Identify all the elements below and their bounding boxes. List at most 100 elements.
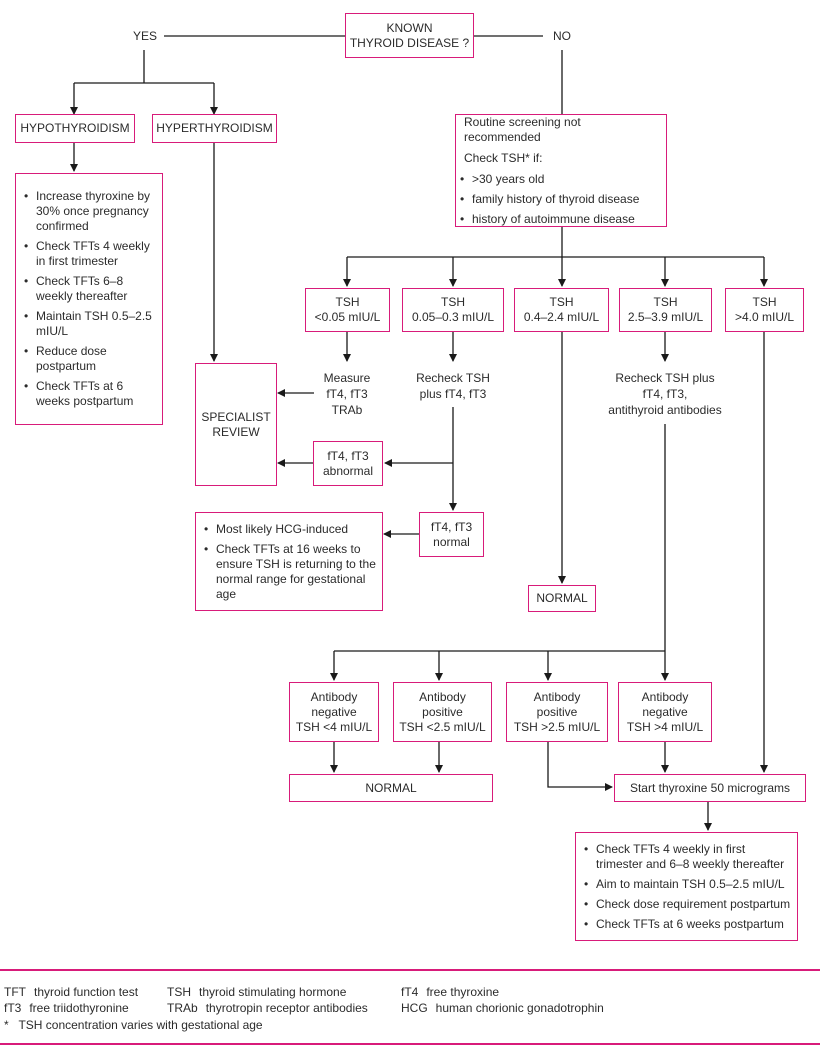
tsh-level-box: TSH 2.5–3.9 mIU/L bbox=[619, 288, 712, 332]
tsh-level-box: TSH >4.0 mIU/L bbox=[725, 288, 804, 332]
start-thyroxine-box: Start thyroxine 50 micrograms bbox=[614, 774, 806, 802]
legend-bottom-rule bbox=[0, 1043, 820, 1045]
normal-bottom-label: NORMAL bbox=[365, 780, 417, 795]
screening-criterion: history of autoimmune disease bbox=[454, 212, 658, 227]
antibody-line: positive bbox=[422, 704, 463, 719]
ft-normal-box: fT4, fT3 normal bbox=[419, 512, 484, 557]
tsh-level-box: TSH <0.05 mIU/L bbox=[305, 288, 390, 332]
normal-bottom-box: NORMAL bbox=[289, 774, 493, 802]
legend-item: HCG human chorionic gonadotrophin bbox=[401, 1000, 604, 1016]
tsh-range: >4.0 mIU/L bbox=[734, 310, 795, 324]
antibody-line: negative bbox=[642, 704, 688, 719]
normal-box: NORMAL bbox=[528, 585, 596, 612]
screening-title: Routine screening not recommended bbox=[464, 114, 581, 144]
abnormal-line: fT4, fT3 bbox=[327, 448, 369, 463]
legend-text: thyroid stimulating hormone bbox=[199, 985, 347, 999]
measure-label: Measure fT4, fT3 TRAb bbox=[314, 370, 380, 418]
known-thyroid-disease-box: KNOWN THYROID DISEASE ? bbox=[345, 13, 474, 58]
start-thyroxine-label: Start thyroxine 50 micrograms bbox=[629, 780, 791, 795]
tsh-range: 0.05–0.3 mIU/L bbox=[411, 310, 495, 324]
tsh-label: TSH bbox=[549, 295, 574, 309]
screening-criterion: >30 years old bbox=[454, 172, 658, 187]
tsh-range: <0.05 mIU/L bbox=[314, 310, 381, 324]
legend-text: free thyroxine bbox=[426, 985, 500, 999]
legend-abbr: TSH bbox=[167, 985, 191, 999]
screening-criterion: family history of thyroid disease bbox=[454, 192, 658, 207]
recheck-line: Recheck TSH bbox=[416, 371, 490, 385]
followup-item: Aim to maintain TSH 0.5–2.5 mIU/L bbox=[578, 877, 791, 892]
antibody-line: positive bbox=[536, 704, 578, 719]
normal-ft-line: fT4, fT3 bbox=[430, 519, 473, 534]
legend-item: fT3 free triidothyronine bbox=[4, 1000, 129, 1016]
tsh-label: TSH bbox=[653, 295, 678, 309]
specialist-line1: SPECIALIST bbox=[201, 409, 271, 424]
recheck-tsh-label: Recheck TSH plus fT4, fT3 bbox=[408, 370, 498, 402]
antibody-line: Antibody bbox=[641, 689, 689, 704]
hypo-action: Increase thyroxine by 30% once pregnancy… bbox=[18, 189, 156, 234]
measure-line: Measure bbox=[323, 371, 371, 385]
tsh-range: 2.5–3.9 mIU/L bbox=[627, 310, 704, 324]
legend-abbr: TRAb bbox=[167, 1001, 198, 1015]
hypo-action: Check TFTs at 6 weeks postpartum bbox=[18, 379, 156, 409]
legend-text: thyroid function test bbox=[34, 985, 139, 999]
antibody-box: Antibody positive TSH >2.5 mIU/L bbox=[506, 682, 608, 742]
antibody-line: Antibody bbox=[310, 689, 358, 704]
legend-abbr: fT4 bbox=[401, 985, 419, 999]
tsh-label: TSH bbox=[335, 295, 360, 309]
hcg-notes-box: Most likely HCG-induced Check TFTs at 16… bbox=[195, 512, 383, 611]
recheck-line: fT4, fT3, bbox=[642, 387, 688, 401]
measure-line: TRAb bbox=[331, 403, 363, 417]
hypo-action: Check TFTs 4 weekly in first trimester bbox=[18, 239, 156, 269]
legend-item: fT4 free thyroxine bbox=[401, 984, 499, 1000]
antibody-line: TSH >4 mIU/L bbox=[626, 719, 704, 734]
abnormal-line: abnormal bbox=[322, 463, 374, 478]
followup-item: Check TFTs at 6 weeks postpartum bbox=[578, 917, 791, 932]
legend-footnote: * TSH concentration varies with gestatio… bbox=[4, 1018, 263, 1032]
legend-text: free triidothyronine bbox=[29, 1001, 129, 1015]
antibody-box: Antibody negative TSH <4 mIU/L bbox=[289, 682, 379, 742]
hcg-note: Check TFTs at 16 weeks to ensure TSH is … bbox=[198, 542, 376, 602]
legend-text: human chorionic gonadotrophin bbox=[435, 1001, 604, 1015]
hypo-action: Reduce dose postpartum bbox=[18, 344, 156, 374]
legend-text: thyrotropin receptor antibodies bbox=[205, 1001, 368, 1015]
followup-item: Check TFTs 4 weekly in first trimester a… bbox=[578, 842, 791, 872]
tsh-range: 0.4–2.4 mIU/L bbox=[523, 310, 600, 324]
followup-item: Check dose requirement postpartum bbox=[578, 897, 791, 912]
legend-abbr: fT3 bbox=[4, 1001, 22, 1015]
antibody-line: negative bbox=[311, 704, 357, 719]
normal-label: NORMAL bbox=[536, 591, 588, 605]
tsh-label: TSH bbox=[752, 295, 777, 309]
legend-item: TFT thyroid function test bbox=[4, 984, 138, 1000]
hypothyroidism-box: HYPOTHYROIDISM bbox=[15, 114, 135, 143]
hypothyroidism-label: HYPOTHYROIDISM bbox=[20, 121, 130, 135]
tsh-level-box: TSH 0.4–2.4 mIU/L bbox=[514, 288, 609, 332]
specialist-review-box: SPECIALIST REVIEW bbox=[195, 363, 277, 486]
recheck-line: plus fT4, fT3 bbox=[419, 387, 487, 401]
antibody-box: Antibody negative TSH >4 mIU/L bbox=[618, 682, 712, 742]
hyperthyroidism-box: HYPERTHYROIDISM bbox=[152, 114, 277, 143]
hypo-action: Check TFTs 6–8 weekly thereafter bbox=[18, 274, 156, 304]
antibody-line: Antibody bbox=[419, 689, 466, 704]
tsh-label: TSH bbox=[441, 295, 465, 309]
legend-item: TSH thyroid stimulating hormone bbox=[167, 984, 346, 1000]
ft-abnormal-box: fT4, fT3 abnormal bbox=[313, 441, 383, 486]
no-label: NO bbox=[553, 29, 571, 43]
antibody-line: TSH >2.5 mIU/L bbox=[513, 719, 601, 734]
yes-label: YES bbox=[132, 29, 157, 43]
start-line1: KNOWN bbox=[386, 20, 433, 35]
specialist-line2: REVIEW bbox=[212, 424, 260, 439]
thyroxine-followup-box: Check TFTs 4 weekly in first trimester a… bbox=[575, 832, 798, 941]
antibody-line: TSH <4 mIU/L bbox=[295, 719, 373, 734]
recheck-line: Recheck TSH plus bbox=[615, 371, 715, 385]
screening-box: Routine screening not recommended Check … bbox=[455, 114, 667, 227]
legend-top-rule bbox=[0, 969, 820, 971]
antibody-line: TSH <2.5 mIU/L bbox=[399, 719, 486, 734]
recheck-antibodies-label: Recheck TSH plus fT4, fT3, antithyroid a… bbox=[600, 370, 730, 418]
screening-check: Check TSH* if: bbox=[464, 150, 543, 165]
hcg-note: Most likely HCG-induced bbox=[198, 522, 376, 537]
recheck-line: antithyroid antibodies bbox=[608, 403, 722, 417]
start-line2: THYROID DISEASE ? bbox=[349, 35, 470, 50]
legend-abbr: HCG bbox=[401, 1001, 428, 1015]
tsh-level-box: TSH 0.05–0.3 mIU/L bbox=[402, 288, 504, 332]
hyperthyroidism-label: HYPERTHYROIDISM bbox=[156, 121, 273, 135]
